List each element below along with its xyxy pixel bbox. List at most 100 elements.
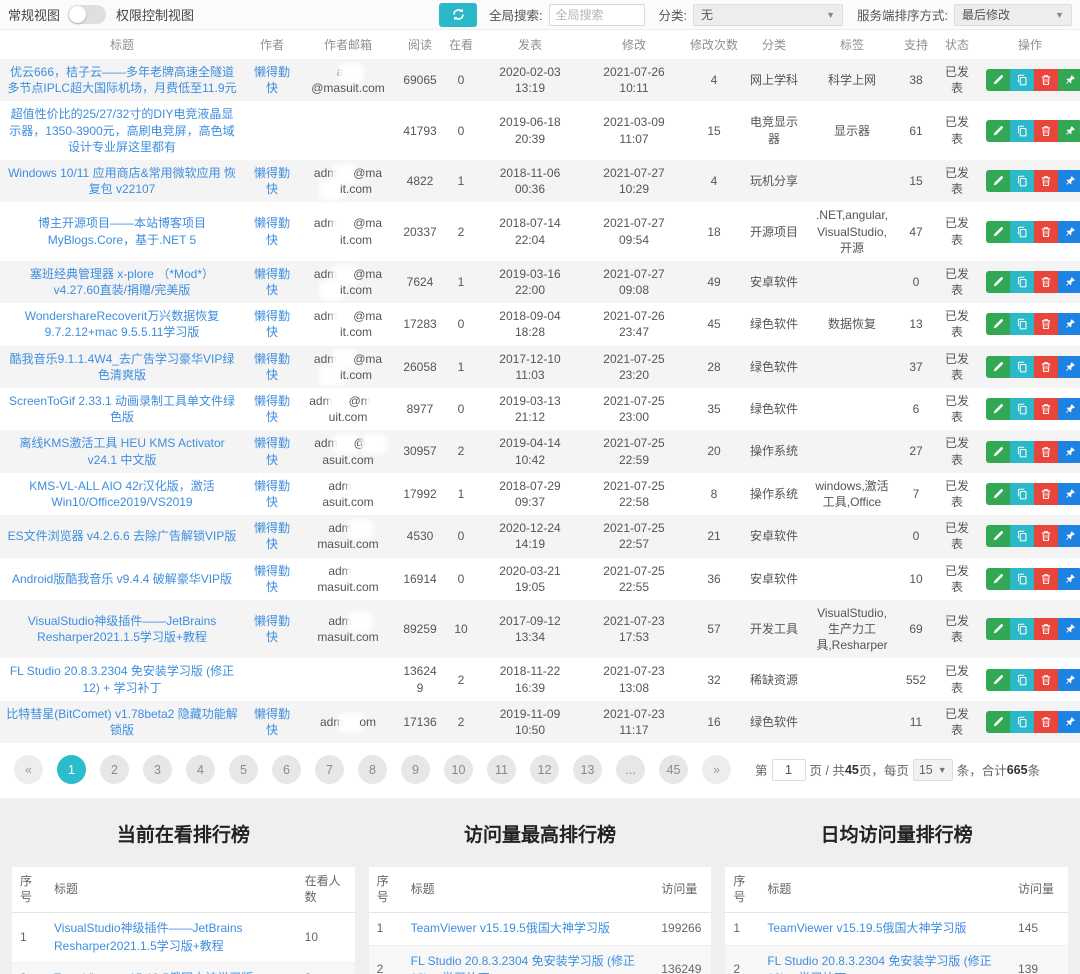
- delete-button[interactable]: [1034, 170, 1058, 192]
- post-title-link[interactable]: Windows 10/11 应用商店&常用微软应用 恢复包 v22107: [8, 166, 236, 196]
- copy-button[interactable]: [1010, 483, 1034, 505]
- post-author-link[interactable]: 懒得勤快: [254, 309, 290, 339]
- pin-button[interactable]: [1058, 711, 1080, 733]
- post-author-link[interactable]: 懒得勤快: [254, 352, 290, 382]
- post-title-link[interactable]: 塞班经典管理器 x-plore （*Mod*） v4.27.60直装/捐赠/完美…: [30, 267, 214, 297]
- prev-page-button[interactable]: «: [14, 755, 43, 784]
- copy-button[interactable]: [1010, 170, 1034, 192]
- page-button-4[interactable]: 4: [186, 755, 215, 784]
- page-button-6[interactable]: 6: [272, 755, 301, 784]
- pin-button[interactable]: [1058, 618, 1080, 640]
- delete-button[interactable]: [1034, 356, 1058, 378]
- copy-button[interactable]: [1010, 398, 1034, 420]
- pin-button[interactable]: [1058, 568, 1080, 590]
- page-button-9[interactable]: 9: [401, 755, 430, 784]
- pin-button[interactable]: [1058, 356, 1080, 378]
- post-title-link[interactable]: 比特彗星(BitComet) v1.78beta2 隐藏功能解锁版: [6, 707, 237, 737]
- delete-button[interactable]: [1034, 568, 1058, 590]
- view-mode-toggle[interactable]: [68, 5, 106, 24]
- copy-button[interactable]: [1010, 568, 1034, 590]
- ranking-title-link[interactable]: TeamViewer v15.19.5俄国大神学习版: [411, 921, 610, 935]
- post-title-link[interactable]: 优云666，桔子云——多年老牌高速全隧道多节点IPLC超大国际机场，月费低至11…: [7, 65, 236, 95]
- pin-button[interactable]: [1058, 669, 1080, 691]
- copy-button[interactable]: [1010, 271, 1034, 293]
- post-title-link[interactable]: FL Studio 20.8.3.2304 免安装学习版 (修正 12) + 学…: [10, 664, 234, 694]
- post-title-link[interactable]: WondershareRecoverit万兴数据恢复9.7.2.12+mac 9…: [25, 309, 220, 339]
- page-button-11[interactable]: 11: [487, 755, 516, 784]
- post-author-link[interactable]: 懒得勤快: [254, 479, 290, 509]
- pin-button[interactable]: [1058, 221, 1080, 243]
- delete-button[interactable]: [1034, 313, 1058, 335]
- delete-button[interactable]: [1034, 711, 1058, 733]
- post-title-link[interactable]: KMS-VL-ALL AIO 42r汉化版，激活Win10/Office2019…: [29, 479, 215, 509]
- ranking-title-link[interactable]: FL Studio 20.8.3.2304 免安装学习版 (修正 12) + 学…: [767, 954, 991, 974]
- edit-button[interactable]: [986, 221, 1010, 243]
- post-author-link[interactable]: 懒得勤快: [254, 216, 290, 246]
- copy-button[interactable]: [1010, 221, 1034, 243]
- page-size-select[interactable]: 15▼: [913, 759, 953, 781]
- refresh-button[interactable]: [439, 3, 477, 27]
- page-button-8[interactable]: 8: [358, 755, 387, 784]
- delete-button[interactable]: [1034, 221, 1058, 243]
- delete-button[interactable]: [1034, 69, 1058, 91]
- post-title-link[interactable]: ES文件浏览器 v4.2.6.6 去除广告解锁VIP版: [8, 529, 237, 543]
- edit-button[interactable]: [986, 669, 1010, 691]
- edit-button[interactable]: [986, 120, 1010, 142]
- post-author-link[interactable]: 懒得勤快: [254, 707, 290, 737]
- post-author-link[interactable]: 懒得勤快: [254, 65, 290, 95]
- page-button-2[interactable]: 2: [100, 755, 129, 784]
- post-title-link[interactable]: VisualStudio神级插件——JetBrains Resharper202…: [28, 614, 217, 644]
- server-sort-select[interactable]: 最后修改 ▼: [954, 4, 1072, 26]
- post-title-link[interactable]: 超值性价比的25/27/32寸的DIY电竞液晶显示器，1350-3900元，高刷…: [9, 107, 234, 153]
- copy-button[interactable]: [1010, 356, 1034, 378]
- post-author-link[interactable]: 懒得勤快: [254, 614, 290, 644]
- next-page-button[interactable]: »: [702, 755, 731, 784]
- page-button-10[interactable]: 10: [444, 755, 473, 784]
- page-button-12[interactable]: 12: [530, 755, 559, 784]
- post-author-link[interactable]: 懒得勤快: [254, 436, 290, 466]
- page-button-7[interactable]: 7: [315, 755, 344, 784]
- post-author-link[interactable]: 懒得勤快: [254, 521, 290, 551]
- page-button-13[interactable]: 13: [573, 755, 602, 784]
- post-title-link[interactable]: 博主开源项目——本站博客项目MyBlogs.Core，基于.NET 5: [38, 216, 206, 246]
- post-title-link[interactable]: 离线KMS激活工具 HEU KMS Activator v24.1 中文版: [19, 436, 224, 466]
- page-button-3[interactable]: 3: [143, 755, 172, 784]
- copy-button[interactable]: [1010, 618, 1034, 640]
- delete-button[interactable]: [1034, 483, 1058, 505]
- category-select[interactable]: 无 ▼: [693, 4, 843, 26]
- copy-button[interactable]: [1010, 711, 1034, 733]
- page-number-input[interactable]: [772, 759, 806, 781]
- edit-button[interactable]: [986, 69, 1010, 91]
- edit-button[interactable]: [986, 711, 1010, 733]
- ranking-title-link[interactable]: TeamViewer v15.19.5俄国大神学习版: [767, 921, 966, 935]
- pin-button[interactable]: [1058, 271, 1080, 293]
- post-title-link[interactable]: ScreenToGif 2.33.1 动画录制工具单文件绿色版: [9, 394, 235, 424]
- pin-button[interactable]: [1058, 170, 1080, 192]
- copy-button[interactable]: [1010, 69, 1034, 91]
- edit-button[interactable]: [986, 356, 1010, 378]
- copy-button[interactable]: [1010, 669, 1034, 691]
- page-button-1[interactable]: 1: [57, 755, 86, 784]
- delete-button[interactable]: [1034, 120, 1058, 142]
- page-button-5[interactable]: 5: [229, 755, 258, 784]
- edit-button[interactable]: [986, 441, 1010, 463]
- delete-button[interactable]: [1034, 669, 1058, 691]
- post-title-link[interactable]: 酷我音乐9.1.1.4W4_去广告学习豪华VIP绿色清爽版: [10, 352, 235, 382]
- post-author-link[interactable]: 懒得勤快: [254, 166, 290, 196]
- pin-button[interactable]: [1058, 441, 1080, 463]
- delete-button[interactable]: [1034, 398, 1058, 420]
- delete-button[interactable]: [1034, 441, 1058, 463]
- edit-button[interactable]: [986, 170, 1010, 192]
- delete-button[interactable]: [1034, 618, 1058, 640]
- edit-button[interactable]: [986, 525, 1010, 547]
- ranking-title-link[interactable]: VisualStudio神级插件——JetBrains Resharper202…: [54, 921, 243, 952]
- copy-button[interactable]: [1010, 441, 1034, 463]
- post-author-link[interactable]: 懒得勤快: [254, 564, 290, 594]
- pin-button[interactable]: [1058, 483, 1080, 505]
- pin-button[interactable]: [1058, 398, 1080, 420]
- post-author-link[interactable]: 懒得勤快: [254, 394, 290, 424]
- global-search-input[interactable]: [549, 4, 645, 26]
- post-author-link[interactable]: 懒得勤快: [254, 267, 290, 297]
- edit-button[interactable]: [986, 271, 1010, 293]
- copy-button[interactable]: [1010, 313, 1034, 335]
